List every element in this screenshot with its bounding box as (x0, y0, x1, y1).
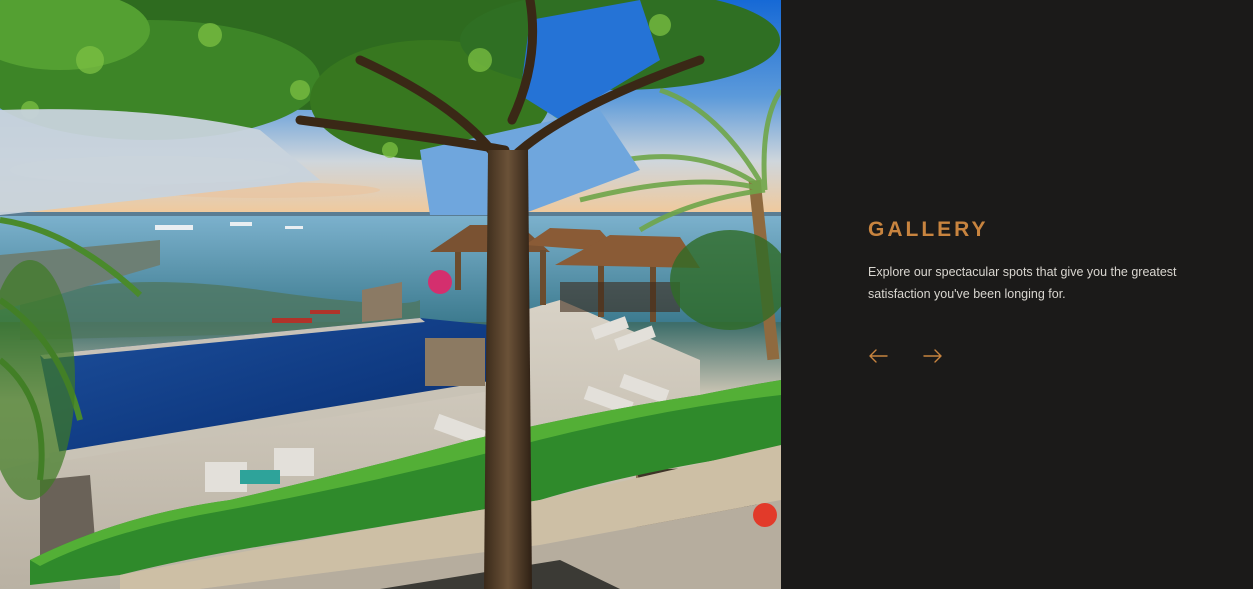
gallery-photo (0, 0, 781, 589)
gallery-info-panel: GALLERY Explore our spectacular spots th… (781, 0, 1253, 589)
arrow-left-icon (869, 349, 888, 363)
gallery-description: Explore our spectacular spots that give … (868, 265, 1177, 301)
arrow-right-icon (923, 349, 942, 363)
gallery-title: GALLERY (868, 218, 989, 241)
previous-slide-button[interactable] (866, 344, 890, 368)
next-slide-button[interactable] (921, 344, 945, 368)
gallery-section: GALLERY Explore our spectacular spots th… (0, 0, 1253, 589)
resort-photo-illustration (0, 0, 781, 589)
